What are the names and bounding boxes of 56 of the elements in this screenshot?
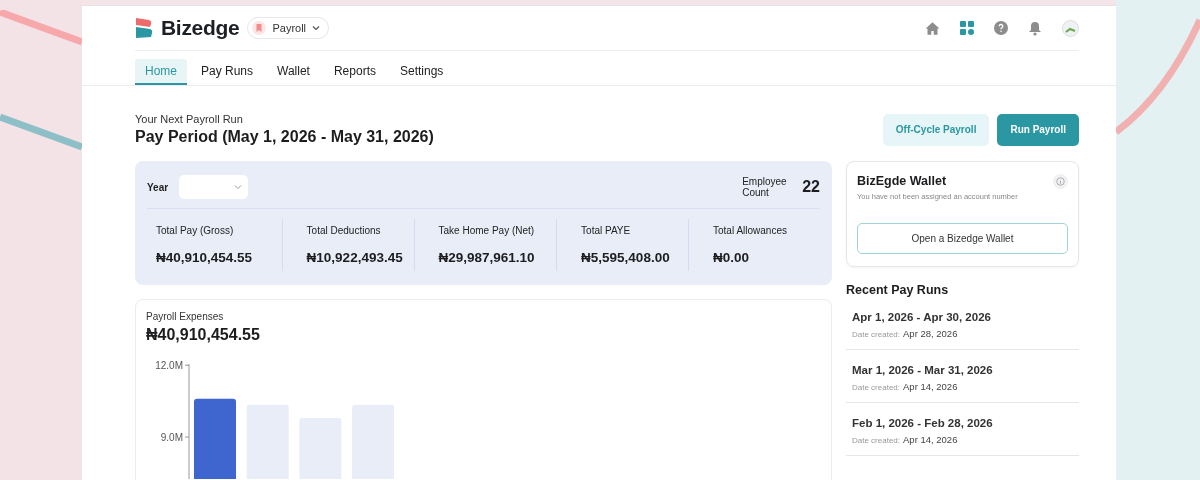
avatar-button[interactable] (1062, 19, 1079, 37)
chevron-icon (234, 183, 243, 191)
pay-period-title: Pay Period (May 1, 2026 - May 31, 2026) (135, 128, 434, 146)
stat-value: ₦40,910,454.55 (156, 250, 254, 265)
logo-icon (135, 17, 153, 39)
date-label: Date created: (852, 383, 901, 392)
date-created: Apr 28, 2026 (903, 328, 958, 339)
stat-label: Total Allowances (713, 225, 788, 236)
pay-run-item[interactable]: Apr 1, 2026 - Apr 30, 2026 Date created: Apr 28, 2026 (846, 297, 1079, 350)
app-icon (252, 21, 267, 35)
nav-tab[interactable]: Pay Runs (191, 59, 264, 85)
stat-value: ₦10,922,493.45 (306, 250, 404, 265)
apps-button[interactable] (960, 21, 974, 35)
pay-run-item[interactable]: Feb 1, 2026 - Feb 28, 2026 Date created: Apr 14, 2026 (846, 403, 1079, 456)
year-label: Year (147, 181, 169, 193)
stat-label: Total Deductions (306, 225, 382, 236)
axis-label: 9.0M (160, 431, 183, 443)
axis-label: 12.0M (155, 359, 183, 371)
avatar-icon (1062, 19, 1079, 37)
home-button[interactable] (925, 20, 940, 36)
info-icon (1053, 174, 1068, 189)
notifications-button[interactable] (1028, 20, 1042, 36)
chevron-icon (312, 24, 321, 32)
nav-tab[interactable]: Settings (390, 59, 454, 85)
employee-count-label: Employee Count (742, 175, 788, 199)
help-button[interactable] (994, 21, 1008, 35)
stat-value: ₦5,595,408.00 (581, 250, 671, 265)
expenses-total: ₦40,910,454.55 (146, 326, 261, 344)
stat-label: Total Pay (Gross) (156, 225, 235, 236)
date-created: Apr 14, 2026 (903, 381, 958, 392)
pay-run-period: Feb 1, 2026 - Feb 28, 2026 (852, 417, 994, 429)
open-wallet-button[interactable]: Open a Bizedge Wallet (857, 223, 1068, 254)
info-button[interactable] (1053, 174, 1068, 189)
section-caption: Your Next Payroll Run (135, 113, 244, 125)
employee-count: 22 (802, 178, 820, 196)
pay-run-period: Mar 1, 2026 - Mar 31, 2026 (852, 364, 994, 376)
app-switcher[interactable]: Payroll (247, 17, 330, 39)
nav-tab[interactable]: Reports (323, 59, 386, 85)
stat-label: Total PAYE (581, 225, 632, 236)
grid-icon (960, 21, 974, 35)
bell-icon (1028, 20, 1042, 36)
section-title: Recent Pay Runs (846, 283, 950, 297)
date-label: Date created: (852, 436, 901, 445)
stat-value: ₦0.00 (713, 250, 751, 265)
pay-run-item[interactable]: Mar 1, 2026 - Mar 31, 2026 Date created: Apr 14, 2026 (846, 350, 1079, 403)
logo-text: Bizedge (161, 16, 240, 40)
card-title: Payroll Expenses (146, 311, 225, 322)
pay-run-period: Apr 1, 2026 - Apr 30, 2026 (852, 311, 992, 323)
stat-label: Take Home Pay (Net) (438, 225, 536, 236)
date-label: Date created: (852, 330, 901, 339)
date-created: Apr 14, 2026 (903, 434, 958, 445)
wallet-title: BizEgde Wallet (857, 174, 948, 188)
nav-tab[interactable]: Wallet (267, 59, 320, 85)
stat-value: ₦29,987,961.10 (438, 250, 536, 265)
help-icon (994, 21, 1008, 35)
home-icon (925, 20, 940, 36)
